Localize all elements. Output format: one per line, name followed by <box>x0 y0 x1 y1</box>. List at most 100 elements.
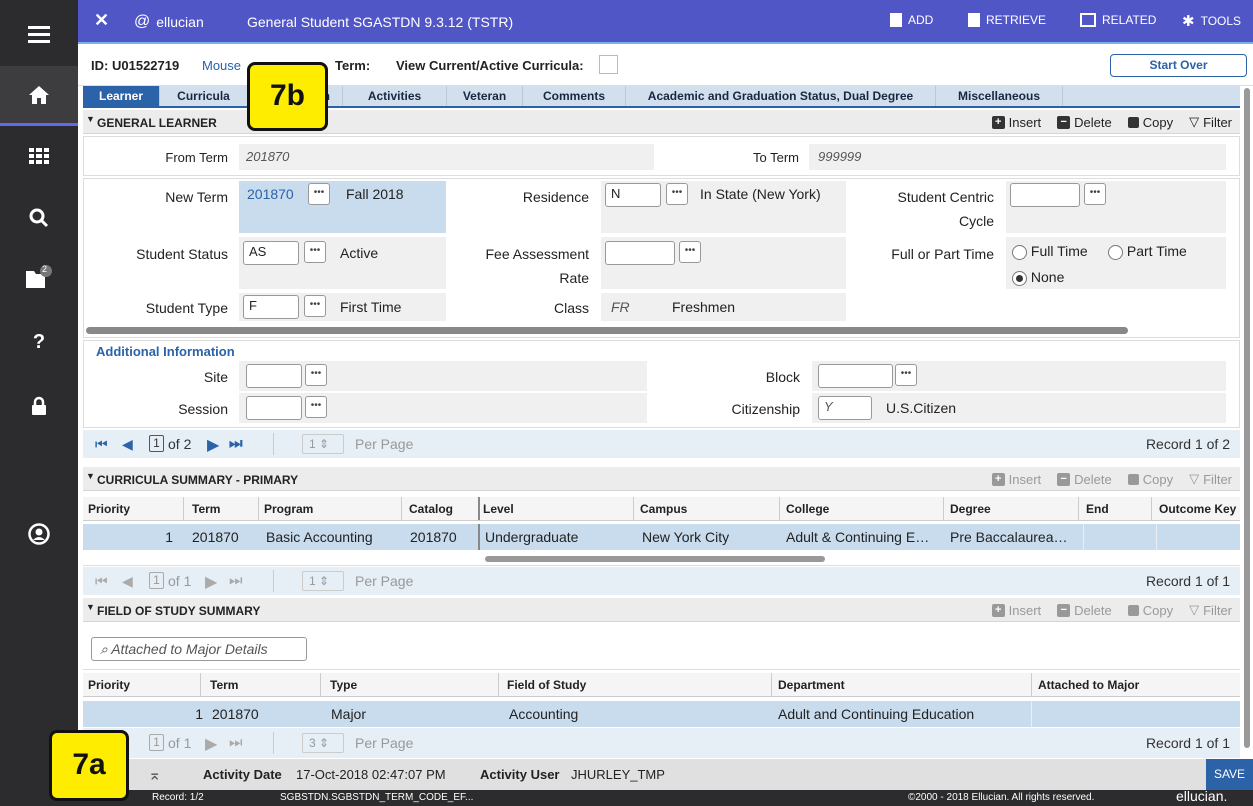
horizontal-scrollbar[interactable] <box>86 327 1128 334</box>
tab-activities[interactable]: Activities <box>343 86 447 106</box>
student-name[interactable]: Mouse <box>202 58 241 73</box>
delete-button[interactable]: − Delete <box>1057 602 1112 618</box>
next-page-icon[interactable]: ▶ <box>207 435 219 455</box>
next-page-icon[interactable]: ▶ <box>205 572 217 592</box>
column-header[interactable]: Term <box>210 678 238 692</box>
filter-button[interactable]: ▽ Filter <box>1189 114 1232 130</box>
fee-assessment-input[interactable] <box>605 241 675 265</box>
tab-veteran[interactable]: Veteran <box>447 86 523 106</box>
save-button[interactable]: SAVE <box>1206 759 1253 790</box>
delete-button[interactable]: − Delete <box>1057 114 1112 130</box>
close-icon[interactable]: ✕ <box>94 10 109 31</box>
related-button[interactable]: RELATED <box>1080 13 1156 27</box>
add-button[interactable]: ADD <box>890 13 933 27</box>
filter-button[interactable]: ▽ Filter <box>1189 471 1232 487</box>
student-status-lookup-button[interactable]: ••• <box>304 241 326 263</box>
first-page-icon[interactable]: ⏮ <box>95 573 108 590</box>
help-icon[interactable]: ? <box>0 314 78 370</box>
insert-button[interactable]: + Insert <box>991 602 1041 618</box>
page-number-input[interactable]: 1 <box>149 572 164 589</box>
collapse-icon[interactable]: ▼ <box>86 114 95 124</box>
column-header[interactable]: Attached to Major <box>1038 678 1139 692</box>
column-header[interactable]: Level <box>483 502 514 516</box>
page-number-input[interactable]: 1 <box>149 435 164 452</box>
filter-button[interactable]: ▽ Filter <box>1189 602 1232 618</box>
site-input[interactable] <box>246 364 302 388</box>
fee-assessment-lookup-button[interactable]: ••• <box>679 241 701 263</box>
home-icon[interactable] <box>0 66 78 126</box>
previous-page-icon[interactable]: ◀ <box>122 436 133 453</box>
menu-icon[interactable] <box>0 6 78 62</box>
site-lookup-button[interactable]: ••• <box>305 364 327 386</box>
full-time-radio[interactable]: Full Time <box>1012 243 1088 260</box>
tab-learner[interactable]: Learner <box>83 86 160 106</box>
horizontal-scrollbar[interactable] <box>485 556 825 562</box>
insert-button[interactable]: + Insert <box>991 114 1041 130</box>
session-input[interactable] <box>246 396 302 420</box>
view-curricula-checkbox[interactable] <box>599 55 618 74</box>
first-page-icon[interactable]: ⏮ <box>95 436 108 453</box>
column-header[interactable]: College <box>786 502 829 516</box>
student-type-input[interactable]: F <box>243 295 299 319</box>
retrieve-button[interactable]: RETRIEVE <box>968 13 1046 27</box>
collapse-icon[interactable]: ▼ <box>86 471 95 481</box>
student-centric-input[interactable] <box>1010 183 1080 207</box>
user-profile-icon[interactable] <box>0 506 78 562</box>
per-page-select[interactable]: 1 ⇕ <box>302 434 344 454</box>
next-page-icon[interactable]: ▶ <box>205 734 217 754</box>
copy-button[interactable]: Copy <box>1127 602 1173 618</box>
vertical-scrollbar[interactable] <box>1244 88 1250 748</box>
start-over-button[interactable]: Start Over <box>1110 54 1247 77</box>
last-page-icon[interactable]: ⏭ <box>229 572 243 589</box>
session-lookup-button[interactable]: ••• <box>305 396 327 418</box>
per-page-select[interactable]: 3 ⇕ <box>302 733 344 753</box>
column-header[interactable]: Type <box>330 678 357 692</box>
lock-icon[interactable] <box>0 378 78 434</box>
citizenship-input[interactable]: Y <box>818 396 872 420</box>
tab-curricula[interactable]: Curricula <box>160 86 248 106</box>
column-header[interactable]: Term <box>192 502 220 516</box>
tab-miscellaneous[interactable]: Miscellaneous <box>936 86 1063 106</box>
column-header[interactable]: Field of Study <box>507 678 586 692</box>
residence-lookup-button[interactable]: ••• <box>666 183 688 205</box>
column-header[interactable]: Outcome Key <box>1159 502 1236 516</box>
applications-grid-icon[interactable] <box>0 128 78 184</box>
student-status-input[interactable]: AS <box>243 241 299 265</box>
table-row[interactable]: 1 201870 Basic Accounting 201870 Undergr… <box>83 524 1240 550</box>
collapse-icon[interactable]: ▼ <box>86 602 95 612</box>
part-time-radio[interactable]: Part Time <box>1108 243 1187 260</box>
tab-comments[interactable]: Comments <box>523 86 626 106</box>
column-header[interactable]: Program <box>264 502 313 516</box>
per-page-select[interactable]: 1 ⇕ <box>302 571 344 591</box>
search-icon[interactable] <box>0 190 78 246</box>
expand-footer-icon[interactable]: ⌅ <box>148 765 161 785</box>
new-term-value[interactable]: 201870 <box>247 186 294 202</box>
residence-input[interactable]: N <box>605 183 661 207</box>
delete-button[interactable]: − Delete <box>1057 471 1112 487</box>
none-radio[interactable]: None <box>1012 269 1064 286</box>
table-row[interactable]: 1 201870 Major Accounting Adult and Cont… <box>83 701 1240 727</box>
new-term-lookup-button[interactable]: ••• <box>308 183 330 205</box>
student-type-lookup-button[interactable]: ••• <box>304 295 326 317</box>
last-page-icon[interactable]: ⏭ <box>229 435 243 452</box>
tab-academic-graduation-status[interactable]: Academic and Graduation Status, Dual Deg… <box>626 86 936 106</box>
previous-page-icon[interactable]: ◀ <box>122 573 133 590</box>
tools-button[interactable]: ✱ TOOLS <box>1182 12 1241 30</box>
column-header[interactable]: Campus <box>640 502 687 516</box>
attached-to-major-search[interactable]: ⌕ Attached to Major Details <box>91 637 307 661</box>
column-header[interactable]: Priority <box>88 502 130 516</box>
copy-button[interactable]: Copy <box>1127 114 1173 130</box>
insert-button[interactable]: + Insert <box>991 471 1041 487</box>
block-input[interactable] <box>818 364 893 388</box>
column-header[interactable]: Department <box>778 678 845 692</box>
recent-folder-icon[interactable]: 2 <box>0 250 78 306</box>
column-header[interactable]: End <box>1086 502 1109 516</box>
column-header[interactable]: Degree <box>950 502 991 516</box>
block-lookup-button[interactable]: ••• <box>895 364 917 386</box>
last-page-icon[interactable]: ⏭ <box>229 734 243 751</box>
column-header[interactable]: Priority <box>88 678 130 692</box>
column-header[interactable]: Catalog <box>409 502 453 516</box>
copy-button[interactable]: Copy <box>1127 471 1173 487</box>
page-number-input[interactable]: 1 <box>149 734 164 751</box>
student-centric-lookup-button[interactable]: ••• <box>1084 183 1106 205</box>
